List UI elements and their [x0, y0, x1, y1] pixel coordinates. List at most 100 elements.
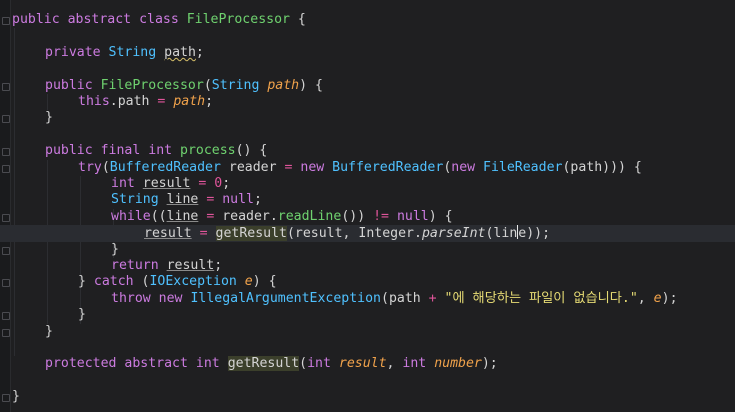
code-token: private [45, 44, 101, 60]
code-token: { [289, 12, 306, 27]
code-token: class [139, 12, 179, 27]
code-token: reader. [214, 208, 278, 224]
code-line[interactable]: } catch (IOException e) { [78, 274, 277, 290]
fold-marker-icon[interactable] [2, 246, 10, 255]
code-line[interactable]: while((line = reader.readLine()) != null… [111, 209, 453, 225]
code-token: ; [195, 44, 204, 60]
code-token: IOException [149, 274, 237, 290]
code-token: ; [253, 192, 262, 208]
code-token: e [653, 290, 662, 306]
fold-marker-icon[interactable] [2, 394, 10, 403]
code-token: path [164, 44, 196, 60]
fold-marker-icon[interactable] [2, 312, 10, 321]
code-token: BufferedReader [332, 159, 444, 175]
code-token: (li [485, 226, 510, 242]
code-token: int [307, 356, 331, 372]
code-token: } [45, 323, 53, 339]
code-token: ); [481, 356, 498, 372]
code-token: "에 해당하는 파일이 없습니다." [444, 290, 638, 306]
code-token: this [78, 94, 110, 109]
code-token: process [180, 143, 236, 159]
code-line[interactable]: throw new IllegalArgumentException(path … [111, 291, 678, 307]
code-token: int [195, 356, 220, 372]
code-token: getResult [215, 226, 287, 242]
indent-guide [47, 94, 48, 111]
code-token: ; [205, 94, 214, 109]
code-token: String [211, 77, 260, 93]
fold-marker-icon[interactable] [2, 328, 10, 337]
code-line[interactable]: } [45, 110, 53, 126]
code-line[interactable]: this.path = path; [78, 94, 213, 110]
code-token: int [402, 356, 427, 372]
code-token: ; [214, 258, 223, 273]
fold-marker-icon[interactable] [2, 115, 10, 124]
code-token: ( [299, 356, 308, 372]
code-token: path [173, 94, 206, 109]
code-line[interactable]: } [45, 324, 53, 340]
code-token: reader [220, 159, 285, 175]
code-token: String [111, 192, 159, 208]
code-line[interactable]: protected abstract int getResult(int res… [45, 356, 498, 372]
code-editor[interactable]: public abstract class FileProcessor { pri… [0, 0, 735, 412]
code-line[interactable]: } [111, 242, 119, 258]
code-token: ); [661, 290, 678, 306]
fold-marker-icon[interactable] [2, 148, 10, 157]
code-token: } [78, 307, 86, 323]
code-line[interactable]: int result = 0; [111, 176, 230, 192]
code-token: final [100, 143, 141, 159]
code-line[interactable]: try(BufferedReader reader = new Buffered… [78, 160, 642, 176]
code-token: while [111, 208, 151, 224]
code-token: new [300, 159, 325, 175]
code-line[interactable]: public abstract class FileProcessor { [12, 12, 306, 28]
code-token: protected [45, 356, 117, 372]
code-token: ; [222, 176, 231, 191]
fold-marker-icon[interactable] [2, 164, 10, 173]
code-token: String [108, 44, 157, 60]
code-line[interactable]: } [12, 389, 20, 405]
code-line[interactable]: private String path; [45, 45, 204, 61]
code-line[interactable]: String line = null; [111, 192, 262, 208]
code-token: ( [133, 274, 150, 290]
fold-marker-icon[interactable] [2, 213, 10, 222]
code-token: null [396, 208, 429, 224]
code-token: (path))) { [562, 159, 642, 175]
code-token: } [111, 241, 119, 257]
code-token: != [373, 208, 389, 224]
code-token: = [199, 226, 208, 242]
code-token: path [267, 77, 300, 93]
code-token: parseInt [421, 226, 486, 242]
code-token: BufferedReader [109, 159, 221, 175]
indent-guide [80, 176, 81, 324]
code-token: result [166, 258, 215, 273]
code-token: result [338, 356, 387, 372]
code-token: int [111, 176, 135, 191]
code-line[interactable]: public FileProcessor(String path) { [45, 78, 323, 94]
code-line[interactable]: return result; [111, 258, 222, 274]
editor-gutter [0, 0, 11, 412]
fold-marker-icon[interactable] [2, 82, 10, 91]
code-token: .path [109, 94, 158, 109]
code-token: public [45, 143, 93, 159]
code-token: public [45, 77, 93, 93]
fold-marker-icon[interactable] [2, 279, 10, 288]
code-line[interactable]: } [78, 307, 86, 323]
code-token: + [428, 290, 437, 306]
code-token: throw [111, 290, 151, 306]
code-token: number [434, 356, 482, 372]
code-line[interactable]: public final int process() { [45, 143, 267, 159]
code-token: ) { [299, 77, 323, 93]
fold-marker-icon[interactable] [2, 17, 10, 25]
code-token: , [386, 356, 403, 372]
code-line-current[interactable]: result = getResult(result, Integer.parse… [0, 225, 735, 242]
